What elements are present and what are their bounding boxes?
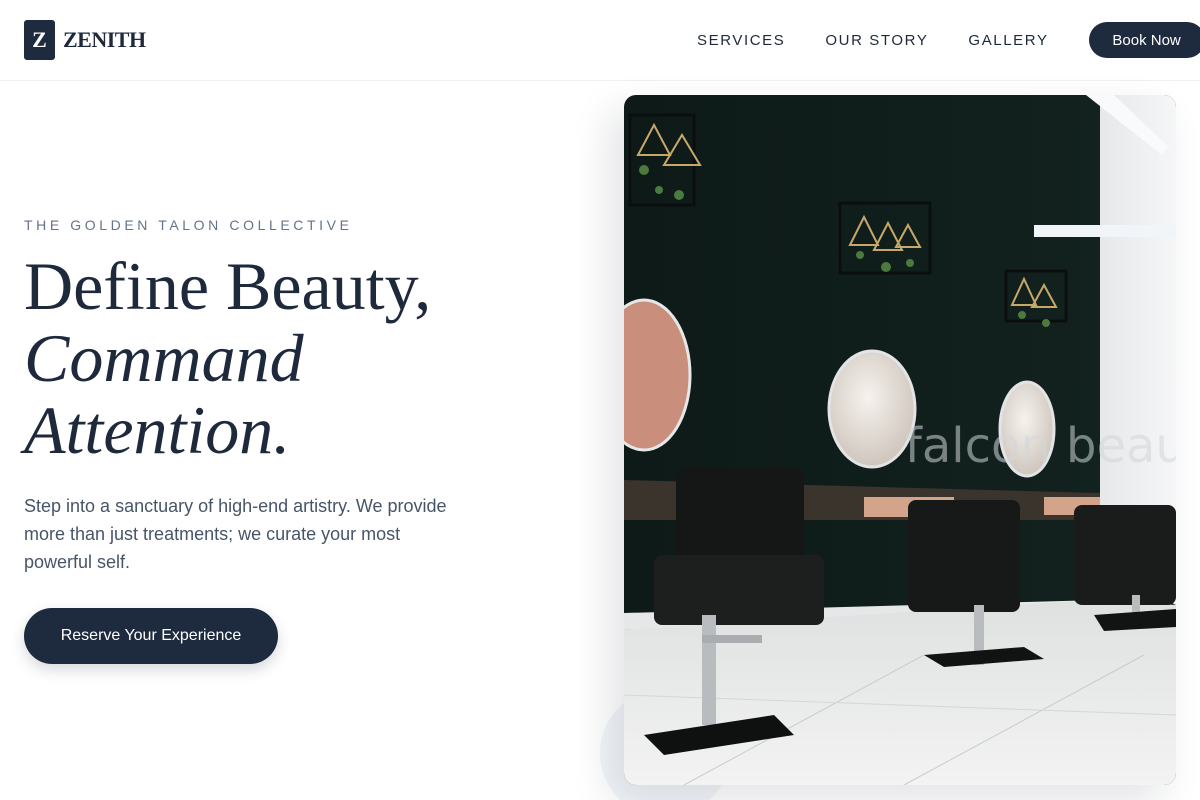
logo[interactable]: Z ZENITH — [24, 20, 146, 60]
hero-description: Step into a sanctuary of high-end artist… — [24, 496, 447, 572]
logo-text: ZENITH — [63, 27, 146, 52]
nav-gallery[interactable]: GALLERY — [968, 32, 1048, 49]
hero-headline: Define Beauty, Command Attention. — [24, 250, 431, 466]
headline-line-3: Attention. — [24, 392, 291, 468]
hero-eyebrow: THE GOLDEN TALON COLLECTIVE — [24, 217, 353, 233]
salon-interior-photo: falcon beauty — [624, 95, 1176, 785]
reserve-experience-button[interactable]: Reserve Your Experience — [24, 608, 278, 664]
book-now-button[interactable]: Book Now — [1088, 22, 1200, 58]
main-nav: SERVICES OUR STORY GALLERY Book Now — [697, 22, 1200, 58]
nav-our-story[interactable]: OUR STORY — [825, 32, 928, 49]
headline-line-1: Define Beauty, — [24, 248, 432, 324]
site-header: Z ZENITH SERVICES OUR STORY GALLERY Book… — [0, 0, 1200, 81]
image-watermark: falcon beauty — [905, 418, 1176, 474]
logo-mark: Z — [24, 20, 55, 60]
headline-line-2: Command — [24, 320, 304, 396]
nav-services[interactable]: SERVICES — [697, 32, 785, 49]
